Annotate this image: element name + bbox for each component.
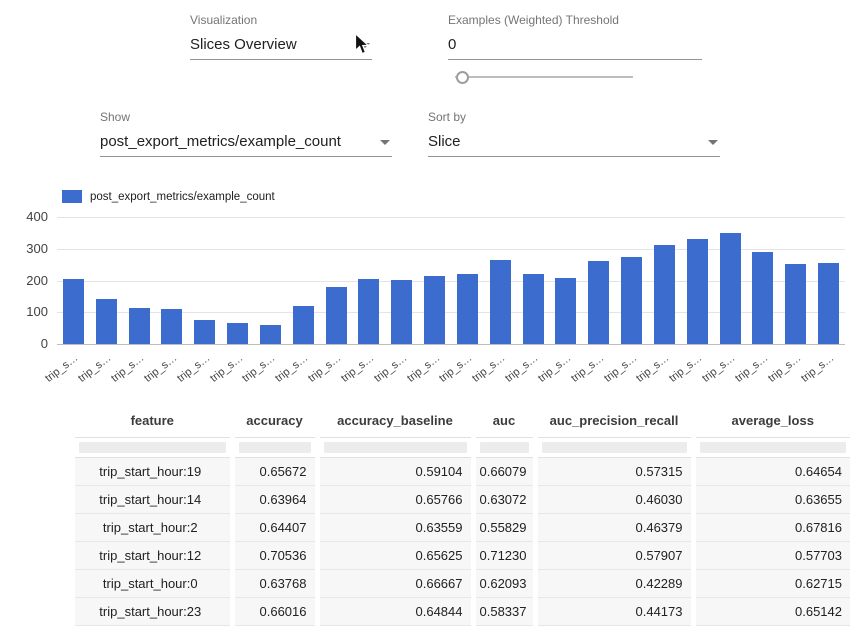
filter-input-accuracy[interactable] bbox=[239, 442, 311, 453]
gridline bbox=[57, 217, 845, 218]
filter-cell bbox=[232, 438, 317, 458]
metric-cell: 0.46030 bbox=[535, 486, 693, 514]
table-header-row: featureaccuracyaccuracy_baselineaucauc_p… bbox=[75, 404, 850, 438]
metric-cell: 0.63559 bbox=[317, 514, 473, 542]
metric-cell: 0.59104 bbox=[317, 458, 473, 486]
column-header-feature[interactable]: feature bbox=[75, 404, 232, 438]
metric-cell: 0.62093 bbox=[473, 570, 535, 598]
feature-cell: trip_start_hour:23 bbox=[75, 598, 232, 626]
filter-cell bbox=[473, 438, 535, 458]
y-axis-tick-label: 300 bbox=[0, 241, 48, 257]
filter-cell bbox=[693, 438, 850, 458]
bar-3[interactable] bbox=[161, 309, 182, 344]
bar-9[interactable] bbox=[358, 279, 379, 344]
metric-cell: 0.42289 bbox=[535, 570, 693, 598]
table-row[interactable]: trip_start_hour:140.639640.657660.630720… bbox=[75, 486, 850, 514]
metric-cell: 0.58337 bbox=[473, 598, 535, 626]
metric-cell: 0.65766 bbox=[317, 486, 473, 514]
feature-cell: trip_start_hour:12 bbox=[75, 542, 232, 570]
bar-18[interactable] bbox=[654, 245, 675, 344]
metric-cell: 0.64654 bbox=[693, 458, 850, 486]
metric-cell: 0.66667 bbox=[317, 570, 473, 598]
mouse-cursor bbox=[354, 33, 372, 57]
column-header-auc[interactable]: auc bbox=[473, 404, 535, 438]
filter-input-auc[interactable] bbox=[480, 442, 529, 453]
filter-input-auc_precision_recall[interactable] bbox=[542, 442, 687, 453]
feature-cell: trip_start_hour:0 bbox=[75, 570, 232, 598]
column-header-accuracy[interactable]: accuracy bbox=[232, 404, 317, 438]
metric-cell: 0.44173 bbox=[535, 598, 693, 626]
slicing-metrics-browser: Visualization Slices Overview Examples (… bbox=[0, 0, 863, 626]
metric-cell: 0.71230 bbox=[473, 542, 535, 570]
metric-cell: 0.46379 bbox=[535, 514, 693, 542]
bar-11[interactable] bbox=[424, 276, 445, 344]
bar-16[interactable] bbox=[588, 261, 609, 344]
bar-22[interactable] bbox=[785, 264, 806, 344]
bar-21[interactable] bbox=[752, 252, 773, 344]
bar-14[interactable] bbox=[523, 274, 544, 344]
feature-cell: trip_start_hour:14 bbox=[75, 486, 232, 514]
table-row[interactable]: trip_start_hour:120.705360.656250.712300… bbox=[75, 542, 850, 570]
bar-20[interactable] bbox=[720, 233, 741, 344]
bar-17[interactable] bbox=[621, 257, 642, 344]
metric-cell: 0.66079 bbox=[473, 458, 535, 486]
y-axis-tick-label: 400 bbox=[0, 209, 48, 225]
filter-cell bbox=[75, 438, 232, 458]
bar-4[interactable] bbox=[194, 320, 215, 344]
feature-cell: trip_start_hour:19 bbox=[75, 458, 232, 486]
metric-cell: 0.63768 bbox=[232, 570, 317, 598]
table-filter-row bbox=[75, 438, 850, 458]
metric-cell: 0.57703 bbox=[693, 542, 850, 570]
filter-input-accuracy_baseline[interactable] bbox=[324, 442, 467, 453]
metric-cell: 0.70536 bbox=[232, 542, 317, 570]
metric-cell: 0.55829 bbox=[473, 514, 535, 542]
metrics-table: featureaccuracyaccuracy_baselineaucauc_p… bbox=[75, 404, 850, 626]
table-row[interactable]: trip_start_hour:230.660160.648440.583370… bbox=[75, 598, 850, 626]
metric-cell: 0.65672 bbox=[232, 458, 317, 486]
bar-13[interactable] bbox=[490, 260, 511, 344]
column-header-auc_precision_recall[interactable]: auc_precision_recall bbox=[535, 404, 693, 438]
metric-cell: 0.65142 bbox=[693, 598, 850, 626]
y-axis-tick-label: 200 bbox=[0, 273, 48, 289]
gridline bbox=[57, 344, 845, 345]
filter-cell bbox=[317, 438, 473, 458]
metric-cell: 0.57907 bbox=[535, 542, 693, 570]
bar-10[interactable] bbox=[391, 280, 412, 344]
metric-cell: 0.63655 bbox=[693, 486, 850, 514]
column-header-accuracy_baseline[interactable]: accuracy_baseline bbox=[317, 404, 473, 438]
bar-23[interactable] bbox=[818, 263, 839, 344]
column-header-average_loss[interactable]: average_loss bbox=[693, 404, 850, 438]
metric-cell: 0.67816 bbox=[693, 514, 850, 542]
bar-0[interactable] bbox=[63, 279, 84, 344]
table-row[interactable]: trip_start_hour:20.644070.635590.558290.… bbox=[75, 514, 850, 542]
metric-cell: 0.62715 bbox=[693, 570, 850, 598]
bar-19[interactable] bbox=[687, 239, 708, 344]
bar-1[interactable] bbox=[96, 299, 117, 344]
metric-cell: 0.57315 bbox=[535, 458, 693, 486]
table-row[interactable]: trip_start_hour:190.656720.591040.660790… bbox=[75, 458, 850, 486]
metric-cell: 0.66016 bbox=[232, 598, 317, 626]
bar-2[interactable] bbox=[129, 308, 150, 344]
metric-cell: 0.65625 bbox=[317, 542, 473, 570]
bar-5[interactable] bbox=[227, 323, 248, 344]
metric-cell: 0.64407 bbox=[232, 514, 317, 542]
metric-cell: 0.63964 bbox=[232, 486, 317, 514]
bar-8[interactable] bbox=[326, 287, 347, 344]
bar-15[interactable] bbox=[555, 278, 576, 344]
metric-cell: 0.63072 bbox=[473, 486, 535, 514]
filter-cell bbox=[535, 438, 693, 458]
y-axis-tick-label: 100 bbox=[0, 304, 48, 320]
bar-6[interactable] bbox=[260, 325, 281, 344]
feature-cell: trip_start_hour:2 bbox=[75, 514, 232, 542]
slices-overview-chart: 0100200300400trip_s…trip_s…trip_s…trip_s… bbox=[0, 0, 863, 400]
filter-input-feature[interactable] bbox=[79, 442, 226, 453]
filter-input-average_loss[interactable] bbox=[700, 442, 847, 453]
table-row[interactable]: trip_start_hour:00.637680.666670.620930.… bbox=[75, 570, 850, 598]
metric-cell: 0.64844 bbox=[317, 598, 473, 626]
bar-7[interactable] bbox=[293, 306, 314, 344]
bar-12[interactable] bbox=[457, 274, 478, 344]
y-axis-tick-label: 0 bbox=[0, 336, 48, 352]
